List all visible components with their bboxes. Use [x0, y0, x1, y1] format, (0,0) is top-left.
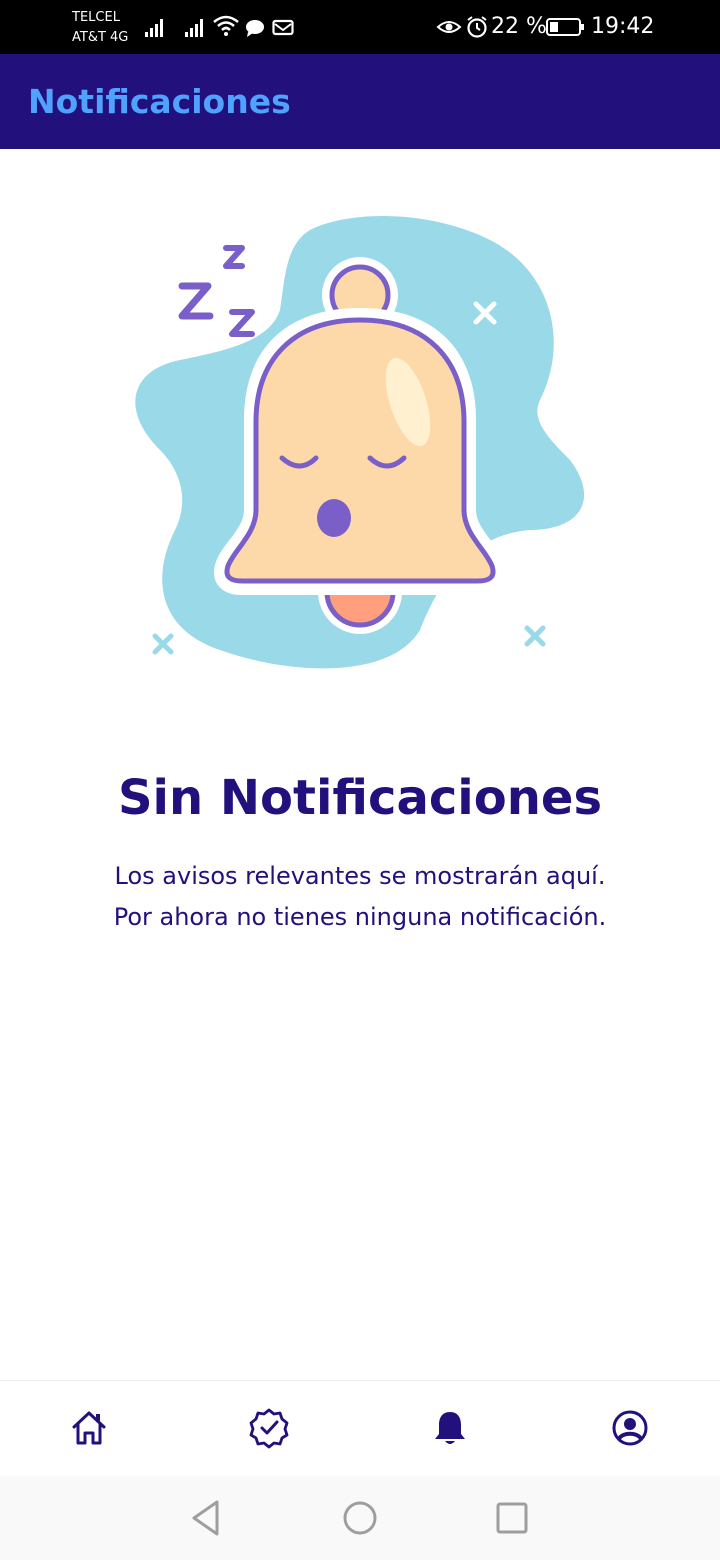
signal-icon	[185, 19, 203, 37]
alarm-icon	[467, 16, 487, 38]
carrier-line1: TELCEL	[72, 10, 120, 25]
chat-icon	[246, 20, 264, 37]
carrier-label: TELCEL AT&T 4G	[72, 8, 128, 48]
carrier-line2: AT&T 4G	[72, 30, 129, 45]
home-circle-icon	[343, 1501, 377, 1535]
wifi-icon	[213, 15, 239, 36]
empty-state-description: Los avisos relevantes se mostrarán aquí.…	[0, 856, 720, 938]
system-back-button[interactable]	[186, 1498, 226, 1538]
recents-icon	[496, 1502, 528, 1534]
empty-state-line2: Por ahora no tienes ninguna notificación…	[113, 903, 607, 931]
battery-icon	[546, 18, 584, 36]
battery-percent: 22 %	[491, 14, 547, 39]
home-icon	[72, 1411, 106, 1445]
verified-badge-icon	[249, 1408, 289, 1449]
status-bar: TELCEL AT&T 4G 22 % 19:42	[0, 0, 720, 54]
mail-icon	[272, 19, 294, 36]
empty-state-line1: Los avisos relevantes se mostrarán aquí.	[114, 862, 606, 890]
signal-icon	[145, 19, 163, 37]
nav-profile-button[interactable]	[608, 1406, 652, 1450]
empty-state-title: Sin Notificaciones	[117, 770, 603, 826]
system-home-button[interactable]	[340, 1498, 380, 1538]
page-title: Notificaciones	[28, 82, 291, 121]
nav-home-button[interactable]	[67, 1406, 111, 1450]
sleeping-bell-icon	[135, 216, 585, 669]
eye-icon	[436, 21, 462, 33]
bell-icon	[435, 1412, 465, 1444]
back-icon	[192, 1500, 219, 1536]
nav-notifications-button[interactable]	[428, 1406, 472, 1450]
account-icon	[612, 1410, 648, 1446]
system-recents-button[interactable]	[492, 1498, 532, 1538]
clock: 19:42	[591, 14, 655, 39]
nav-verified-button[interactable]	[247, 1406, 291, 1450]
